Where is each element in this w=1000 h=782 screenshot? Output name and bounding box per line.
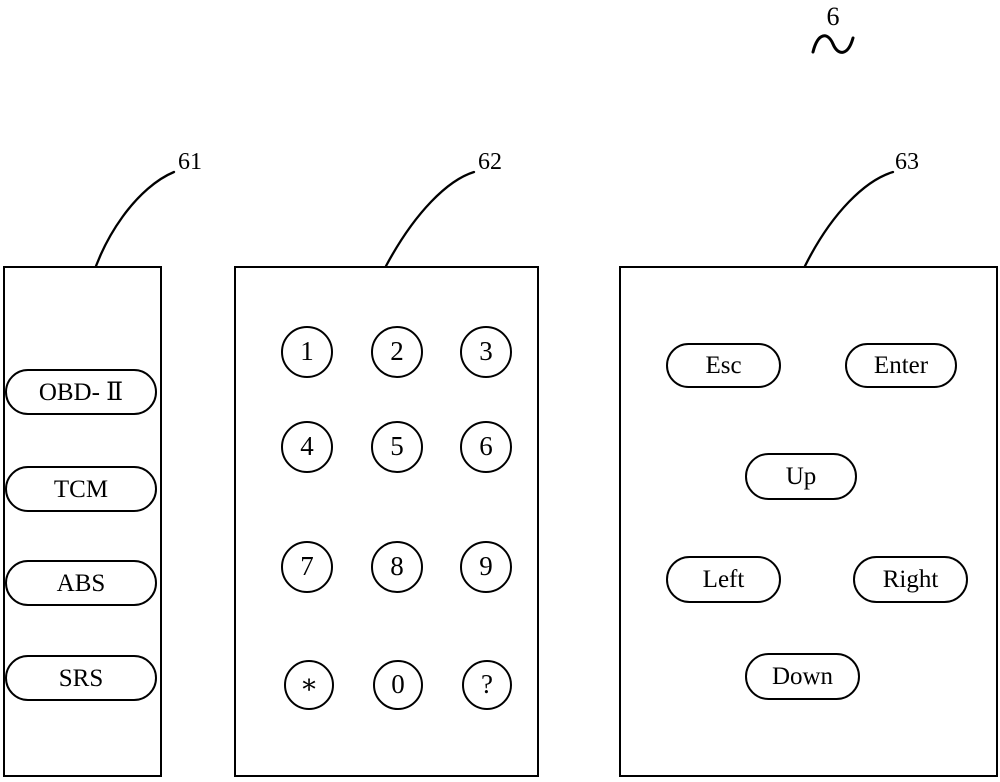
function-button-tcm-label: TCM bbox=[53, 475, 109, 503]
leader-line-63 bbox=[803, 170, 895, 268]
function-button-srs-label: SRS bbox=[58, 664, 104, 692]
keypad-key-7-label: 7 bbox=[300, 550, 314, 581]
keypad-key-3-label: 3 bbox=[479, 335, 493, 366]
tilde-squiggle-icon bbox=[811, 34, 855, 54]
keypad-key-7[interactable]: 7 bbox=[281, 541, 333, 593]
keypad-key-1-label: 1 bbox=[300, 335, 314, 366]
keypad-key-question[interactable]: ? bbox=[462, 660, 512, 710]
reference-numeral-63: 63 bbox=[895, 149, 919, 175]
keypad-key-6-label: 6 bbox=[479, 430, 493, 461]
keypad-key-6[interactable]: 6 bbox=[460, 421, 512, 473]
keypad-key-2-label: 2 bbox=[390, 335, 404, 366]
function-button-obd2[interactable]: OBD- Ⅱ bbox=[5, 369, 157, 415]
nav-button-enter[interactable]: Enter bbox=[845, 343, 957, 388]
nav-button-left[interactable]: Left bbox=[666, 556, 781, 603]
function-button-abs[interactable]: ABS bbox=[5, 560, 157, 606]
keypad-key-9-label: 9 bbox=[479, 550, 493, 581]
keypad-key-8-label: 8 bbox=[390, 550, 404, 581]
figure-number: 6 bbox=[826, 2, 840, 31]
nav-button-esc[interactable]: Esc bbox=[666, 343, 781, 388]
function-button-abs-label: ABS bbox=[56, 569, 106, 597]
nav-button-down-label: Down bbox=[771, 663, 834, 690]
keypad-key-5-label: 5 bbox=[390, 430, 404, 461]
function-button-srs[interactable]: SRS bbox=[5, 655, 157, 701]
nav-button-right-label: Right bbox=[882, 566, 939, 593]
patent-figure-6: 6 61 62 63 OBD- Ⅱ TCM ABS SRS 1 2 3 4 5 bbox=[0, 0, 1000, 782]
nav-button-right[interactable]: Right bbox=[853, 556, 968, 603]
keypad-key-2[interactable]: 2 bbox=[371, 326, 423, 378]
nav-button-esc-label: Esc bbox=[705, 352, 742, 379]
function-button-obd2-label: OBD- Ⅱ bbox=[38, 378, 124, 406]
leader-line-62 bbox=[384, 170, 476, 268]
navigation-keypad-panel bbox=[619, 266, 998, 777]
nav-button-up[interactable]: Up bbox=[745, 453, 857, 500]
nav-button-up-label: Up bbox=[785, 463, 817, 490]
keypad-key-0[interactable]: 0 bbox=[373, 660, 423, 710]
keypad-key-0-label: 0 bbox=[391, 668, 405, 699]
keypad-key-3[interactable]: 3 bbox=[460, 326, 512, 378]
keypad-key-9[interactable]: 9 bbox=[460, 541, 512, 593]
nav-button-enter-label: Enter bbox=[873, 352, 929, 379]
keypad-key-asterisk[interactable]: ∗ bbox=[284, 660, 334, 710]
keypad-key-asterisk-label: ∗ bbox=[299, 668, 319, 699]
function-button-tcm[interactable]: TCM bbox=[5, 466, 157, 512]
keypad-key-5[interactable]: 5 bbox=[371, 421, 423, 473]
reference-numeral-62: 62 bbox=[478, 149, 502, 175]
nav-button-left-label: Left bbox=[702, 566, 745, 593]
nav-button-down[interactable]: Down bbox=[745, 653, 860, 700]
keypad-key-question-label: ? bbox=[481, 668, 493, 699]
keypad-key-4[interactable]: 4 bbox=[281, 421, 333, 473]
keypad-key-4-label: 4 bbox=[300, 430, 314, 461]
reference-numeral-61: 61 bbox=[178, 149, 202, 175]
keypad-key-1[interactable]: 1 bbox=[281, 326, 333, 378]
keypad-key-8[interactable]: 8 bbox=[371, 541, 423, 593]
